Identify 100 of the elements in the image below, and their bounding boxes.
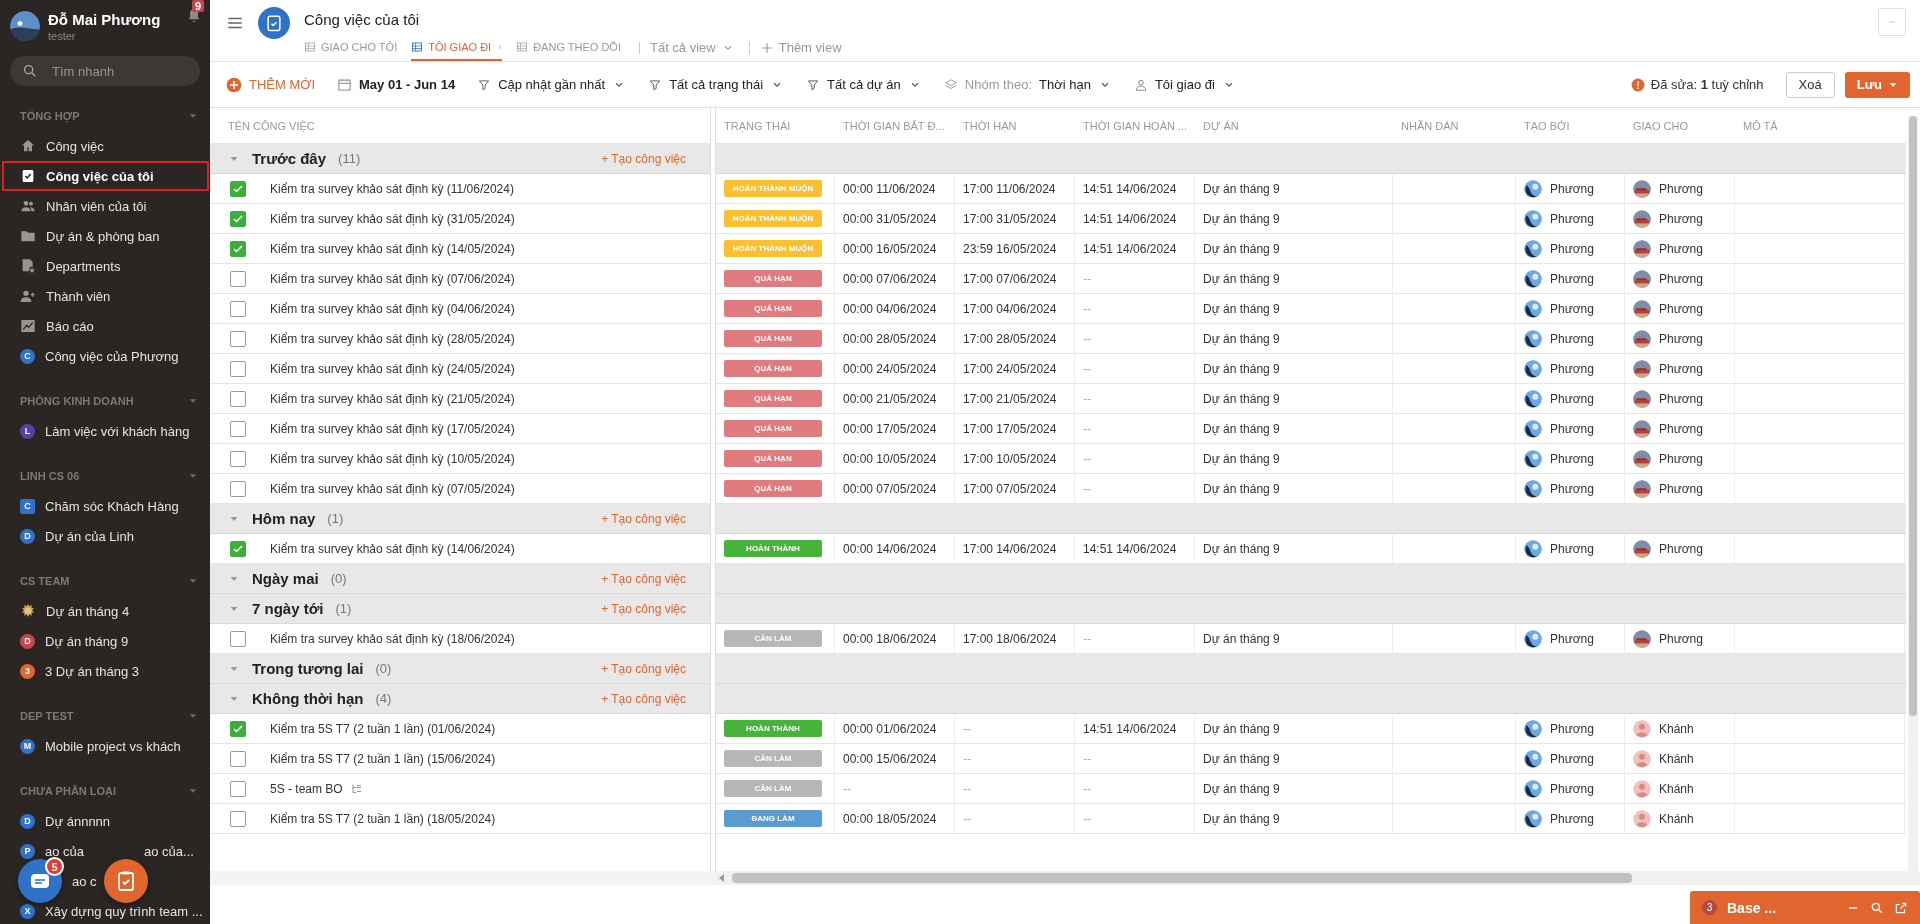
task-name[interactable]: Kiểm tra survey khảo sát định kỳ (28/05/2024) xyxy=(270,331,515,346)
table-cell: Phương xyxy=(1659,481,1703,496)
task-name[interactable]: Kiểm tra survey khảo sát định kỳ (18/06/2024) xyxy=(270,631,515,646)
table-cell: 00:00 31/05/2024 xyxy=(843,211,937,226)
table-cell: -- xyxy=(1083,751,1091,766)
sidebar-item[interactable]: Departments xyxy=(0,251,210,281)
table-cell: -- xyxy=(1083,331,1091,346)
task-name[interactable]: Kiểm tra survey khảo sát định kỳ (24/05/2024) xyxy=(270,361,515,376)
status-badge: QUÁ HẠN xyxy=(724,360,822,377)
chat-button[interactable]: 5 xyxy=(18,859,62,903)
table-cell: Dự án tháng 9 xyxy=(1203,211,1280,226)
table-cell: Phương xyxy=(1550,241,1594,256)
status-badge: HOÀN THÀNH xyxy=(724,540,822,557)
table-cell: Phương xyxy=(1550,421,1594,436)
task-name[interactable]: Kiểm tra survey khảo sát định kỳ (04/06/2024) xyxy=(270,301,515,316)
task-name[interactable]: Kiểm tra 5S T7 (2 tuần 1 lần) (01/06/2024) xyxy=(270,721,496,736)
status-badge: HOÀN THÀNH MUỘN xyxy=(724,240,822,257)
project-badge: D xyxy=(20,528,35,544)
table-cell: 17:00 11/06/2024 xyxy=(963,181,1056,196)
sidebar-item[interactable]: C Công việc của Phương xyxy=(0,341,210,371)
table-cell: 17:00 24/05/2024 xyxy=(963,361,1057,376)
filter-dropdown[interactable]: Tất cả trạng thái xyxy=(648,77,785,92)
task-name[interactable]: Kiểm tra survey khảo sát định kỳ (11/06/2024) xyxy=(270,181,514,196)
status-badge: CẦN LÀM xyxy=(724,750,822,767)
table-cell: Phương xyxy=(1550,331,1594,346)
table-cell: 17:00 31/05/2024 xyxy=(963,211,1057,226)
sidebar-item[interactable]: ao c xyxy=(72,873,97,889)
sidebar-item[interactable]: Báo cáo xyxy=(0,311,210,341)
sidebar-item[interactable]: Thành viên xyxy=(0,281,210,311)
chat-panel-bar[interactable]: 3 Base ... xyxy=(1690,891,1920,924)
task-name[interactable]: Kiểm tra 5S T7 (2 tuần 1 lần) (18/05/2024) xyxy=(270,811,496,826)
sidebar-item[interactable]: L Làm việc với khách hàng xyxy=(0,416,210,446)
status-badge: HOÀN THÀNH MUỘN xyxy=(724,180,822,197)
task-name[interactable]: Kiểm tra survey khảo sát định kỳ (07/05/2024) xyxy=(270,481,515,496)
sidebar-item[interactable]: D Dự án của Linh xyxy=(0,521,210,551)
table-cell: Phương xyxy=(1550,301,1594,316)
date-range-picker[interactable]: May 01 - Jun 14 xyxy=(337,77,456,92)
task-name[interactable]: Kiểm tra survey khảo sát định kỳ (14/05/2024) xyxy=(270,241,515,256)
column-header: MÔ TẢ xyxy=(1742,119,1779,132)
table-cell: 00:00 14/06/2024 xyxy=(843,541,937,556)
table-cell: Phương xyxy=(1659,391,1703,406)
status-badge: QUÁ HẠN xyxy=(724,420,822,437)
search-field[interactable]: Tìm nhanh xyxy=(10,56,200,86)
sidebar-item[interactable]: Xây dựng quy trình team ... xyxy=(45,903,203,919)
filter-dropdown[interactable]: Tất cả dự án xyxy=(806,77,922,92)
sidebar-item[interactable]: Công việc xyxy=(0,131,210,161)
table-cell: Phương xyxy=(1550,211,1594,226)
table-cell: 17:00 17/05/2024 xyxy=(963,421,1057,436)
sidebar-item[interactable]: Dự ánnnnn xyxy=(45,813,111,829)
sidebar-item[interactable]: 3 3 Dự án tháng 3 xyxy=(0,656,210,686)
table-cell: Phương xyxy=(1550,271,1594,286)
section-title: LINH CS 06 xyxy=(20,470,80,482)
table-cell: 17:00 07/05/2024 xyxy=(963,481,1057,496)
task-name[interactable]: Kiểm tra survey khảo sát định kỳ (31/05/2024) xyxy=(270,211,515,226)
sidebar-item[interactable]: C Chăm sóc Khách Hàng xyxy=(0,491,210,521)
table-cell: 00:00 21/05/2024 xyxy=(843,391,937,406)
task-name[interactable]: Kiểm tra survey khảo sát định kỳ (21/05/2024) xyxy=(270,391,515,406)
table-cell: 14:51 14/06/2024 xyxy=(1083,541,1177,556)
person-filter-dropdown[interactable]: Tôi giao đi xyxy=(1133,77,1236,92)
section-title: PHÒNG KINH DOANH xyxy=(20,395,134,407)
sidebar-item[interactable]: Dự án & phòng ban xyxy=(0,221,210,251)
sidebar-item[interactable]: Công việc của tôi xyxy=(2,161,209,191)
task-name[interactable]: Kiểm tra survey khảo sát định kỳ (07/06/2024) xyxy=(270,271,515,286)
table-cell: Phương xyxy=(1659,181,1703,196)
task-name[interactable]: Kiểm tra survey khảo sát định kỳ (10/05/2024) xyxy=(270,451,515,466)
column-header: THỜI GIAN HOÀN ... xyxy=(1082,119,1189,132)
add-new-button[interactable]: THÊM MỚI xyxy=(226,76,316,93)
sidebar-item[interactable]: Nhân viên của tôi xyxy=(0,191,210,221)
sidebar-item[interactable]: Dự án tháng 4 xyxy=(0,596,210,626)
task-name[interactable]: Kiểm tra 5S T7 (2 tuần 1 lần) (15/06/2024) xyxy=(270,751,496,766)
column-header: GIAO CHO xyxy=(1632,119,1689,132)
task-name[interactable]: Kiểm tra survey khảo sát định kỳ (14/06/2024) xyxy=(270,541,515,556)
table-cell: 00:00 18/06/2024 xyxy=(843,631,937,646)
section-title: DEP TEST xyxy=(20,710,74,722)
table-cell: 00:00 24/05/2024 xyxy=(843,361,937,376)
task-name[interactable]: Kiểm tra survey khảo sát định kỳ (17/05/2024) xyxy=(270,421,515,436)
clear-button[interactable]: Xoá xyxy=(1785,71,1835,98)
sidebar-item[interactable]: D Dự án tháng 9 xyxy=(0,626,210,656)
group-title: Không thời hạn xyxy=(252,690,364,707)
task-name[interactable]: 5S - team BO xyxy=(270,781,343,796)
section-title: TỔNG HỢP xyxy=(20,110,80,122)
group-title: 7 ngày tới xyxy=(252,600,324,617)
table-cell: Phương xyxy=(1659,361,1703,376)
table-cell: Phương xyxy=(1659,211,1703,226)
status-badge: QUÁ HẠN xyxy=(724,270,822,287)
search-input[interactable]: Tìm nhanh xyxy=(50,62,184,80)
sidebar-item[interactable]: M Mobile project vs khách xyxy=(0,731,210,761)
column-header: THỜI GIAN BẮT Đ... xyxy=(842,119,946,132)
filter-dropdown[interactable]: Cập nhật gần nhất xyxy=(477,77,627,92)
project-badge: D xyxy=(20,633,35,649)
group-count: (4) xyxy=(375,691,392,706)
view-tab[interactable]: TÔI GIAO ĐI xyxy=(411,34,503,61)
column-header: TRẠNG THÁI xyxy=(723,119,792,132)
group-by-dropdown[interactable]: Nhóm theo: Thời hạn xyxy=(943,77,1112,92)
sidebar-item[interactable]: ao của xyxy=(45,843,85,859)
table-cell: 00:00 15/06/2024 xyxy=(843,751,937,766)
table-cell: -- xyxy=(1083,391,1091,406)
user-name: Đỗ Mai Phương xyxy=(48,10,162,28)
project-badge: X xyxy=(20,903,35,919)
table-cell: 17:00 07/06/2024 xyxy=(963,271,1057,286)
